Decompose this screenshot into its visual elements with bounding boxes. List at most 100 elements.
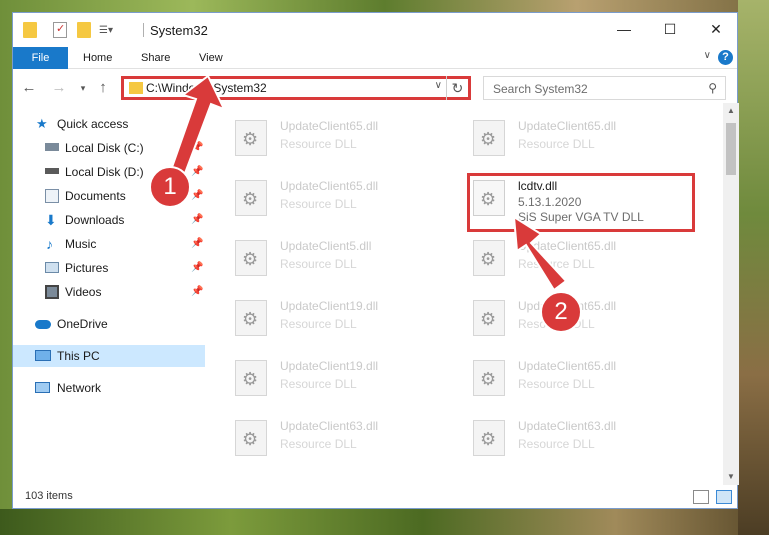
close-button[interactable]: ✕ (693, 13, 739, 45)
window-title: System32 (150, 23, 208, 38)
list-item[interactable]: ⚙ UpdateClient65.dll Resource DLL (208, 113, 428, 163)
sidebar-item-downloads[interactable]: ⬇ Downloads 📌 (43, 209, 208, 231)
file-name: UpdateClient63.dll (280, 419, 379, 433)
file-type: Resource DLL (280, 437, 357, 451)
item-count: 103 items (25, 490, 73, 502)
dll-file-icon: ⚙ (235, 120, 267, 156)
sidebar-item-videos[interactable]: Videos 📌 (43, 281, 208, 303)
tab-view[interactable]: View (185, 47, 237, 69)
address-bar[interactable]: C:\Windows\System32 ∨ ↻ (121, 76, 471, 100)
address-path[interactable]: C:\Windows\System32 (146, 81, 267, 95)
scroll-up-icon[interactable]: ▲ (723, 103, 739, 119)
pin-icon[interactable]: 📌 (191, 233, 203, 255)
chevron-down-icon[interactable]: ∨ (435, 80, 442, 91)
sidebar-item-quick-access[interactable]: ★ Quick access (33, 113, 208, 135)
maximize-button[interactable]: ☐ (647, 13, 693, 45)
file-type: Resource DLL (518, 377, 595, 391)
file-name: UpdateClient65.dll (280, 119, 379, 133)
properties-icon[interactable]: ✓ (53, 22, 67, 38)
list-item[interactable]: ⚙ UpdateClient65.dll Resource DLL (446, 353, 666, 403)
sidebar-item-network[interactable]: Network (33, 377, 208, 399)
music-icon: ♪ (46, 236, 53, 252)
pin-icon[interactable]: 📌 (191, 137, 203, 159)
highlight-box (467, 173, 695, 232)
list-item[interactable]: ⚙ UpdateClient63.dll Resource DLL (208, 413, 428, 463)
desktop-background-bottom (0, 509, 769, 535)
folder-icon (129, 82, 143, 94)
minimize-button[interactable]: — (601, 13, 647, 45)
sidebar-item-music[interactable]: ♪ Music 📌 (43, 233, 208, 255)
file-name: UpdateClient65.dll (518, 239, 617, 253)
large-icons-view-icon[interactable] (716, 490, 732, 504)
pin-icon[interactable]: 📌 (191, 209, 203, 231)
tab-home[interactable]: Home (69, 47, 126, 69)
sidebar-item-label: Quick access (57, 117, 129, 131)
scroll-down-icon[interactable]: ▼ (723, 469, 739, 485)
dll-file-icon: ⚙ (473, 120, 505, 156)
sidebar-item-local-disk-c[interactable]: Local Disk (C:) 📌 (43, 137, 208, 159)
computer-icon (35, 350, 51, 361)
list-item[interactable]: ⚙ UpdateClient65.dll Resource DLL (446, 233, 666, 283)
list-item[interactable]: ⚙ UpdateClient63.dll Resource DLL (446, 413, 666, 463)
file-type: Resource DLL (280, 257, 357, 271)
sidebar-item-pictures[interactable]: Pictures 📌 (43, 257, 208, 279)
pin-icon[interactable]: 📌 (191, 257, 203, 279)
search-placeholder: Search System32 (493, 82, 588, 96)
details-view-icon[interactable] (693, 490, 709, 504)
scrollbar-thumb[interactable] (726, 123, 736, 175)
download-icon: ⬇ (45, 212, 57, 228)
vertical-scrollbar[interactable]: ▲ ▼ (723, 103, 739, 485)
file-type: Resource DLL (518, 437, 595, 451)
title-bar: ✓ ☰▾ System32 — ☐ ✕ (13, 13, 737, 47)
expand-ribbon-icon[interactable]: ∨ (704, 50, 711, 61)
sidebar-item-label: Local Disk (C:) (65, 141, 144, 155)
list-item[interactable]: ⚙ UpdateClient5.dll Resource DLL (208, 233, 428, 283)
tab-share[interactable]: Share (127, 47, 184, 69)
search-input[interactable]: Search System32 ⚲ (483, 76, 726, 100)
title-separator (143, 23, 144, 37)
file-name: UpdateClient63.dll (518, 419, 617, 433)
sidebar-item-label: Documents (65, 189, 126, 203)
step-2-badge: 2 (540, 291, 582, 333)
pin-icon[interactable]: 📌 (191, 161, 203, 183)
up-arrow-icon[interactable]: ↑ (93, 77, 113, 99)
sidebar-item-label: Downloads (65, 213, 125, 227)
tab-file[interactable]: File (13, 47, 68, 69)
dll-file-icon: ⚙ (473, 300, 505, 336)
back-arrow-icon[interactable]: ← (19, 77, 39, 99)
cloud-icon (35, 320, 51, 329)
sidebar-item-label: Videos (65, 285, 102, 299)
list-item[interactable]: ⚙ UpdateClient19.dll Resource DLL (208, 353, 428, 403)
dll-file-icon: ⚙ (473, 360, 505, 396)
file-type: Resource DLL (280, 317, 357, 331)
recent-locations-icon[interactable]: ▾ (73, 77, 93, 99)
pin-icon[interactable]: 📌 (191, 281, 203, 303)
file-type: Resource DLL (280, 377, 357, 391)
sidebar-item-this-pc[interactable]: This PC (13, 345, 205, 367)
navigation-bar: ← → ▾ ↑ C:\Windows\System32 ∨ ↻ Search S… (13, 73, 737, 103)
file-name: UpdateClient65.dll (280, 179, 379, 193)
list-item[interactable]: ⚙ UpdateClient65.dll Resource DLL (208, 173, 428, 223)
file-type: Resource DLL (280, 137, 357, 151)
videos-icon (45, 285, 59, 299)
help-icon[interactable]: ? (718, 50, 733, 65)
file-type: Resource DLL (280, 197, 357, 211)
list-item[interactable]: ⚙ UpdateClient19.dll Resource DLL (208, 293, 428, 343)
pin-icon[interactable]: 📌 (191, 185, 203, 207)
folder-icon (23, 22, 37, 38)
customize-toolbar-icon[interactable]: ☰▾ (99, 22, 117, 38)
forward-arrow-icon[interactable]: → (49, 77, 69, 99)
sidebar-item-label: Music (65, 237, 97, 251)
dll-file-icon: ⚙ (235, 240, 267, 276)
list-item[interactable]: ⚙ UpdateClient65.dll Resource DLL (446, 113, 666, 163)
explorer-window: ✓ ☰▾ System32 — ☐ ✕ File Home Share View… (12, 12, 739, 509)
new-folder-icon[interactable] (77, 22, 91, 38)
sidebar-item-label: Network (57, 381, 102, 395)
dll-file-icon: ⚙ (235, 360, 267, 396)
sidebar-item-onedrive[interactable]: OneDrive (33, 313, 208, 335)
refresh-icon[interactable]: ↻ (446, 76, 468, 100)
sidebar-item-label: This PC (57, 349, 100, 363)
status-bar: 103 items (13, 485, 737, 509)
drive-icon (45, 143, 59, 151)
search-icon[interactable]: ⚲ (708, 81, 717, 95)
